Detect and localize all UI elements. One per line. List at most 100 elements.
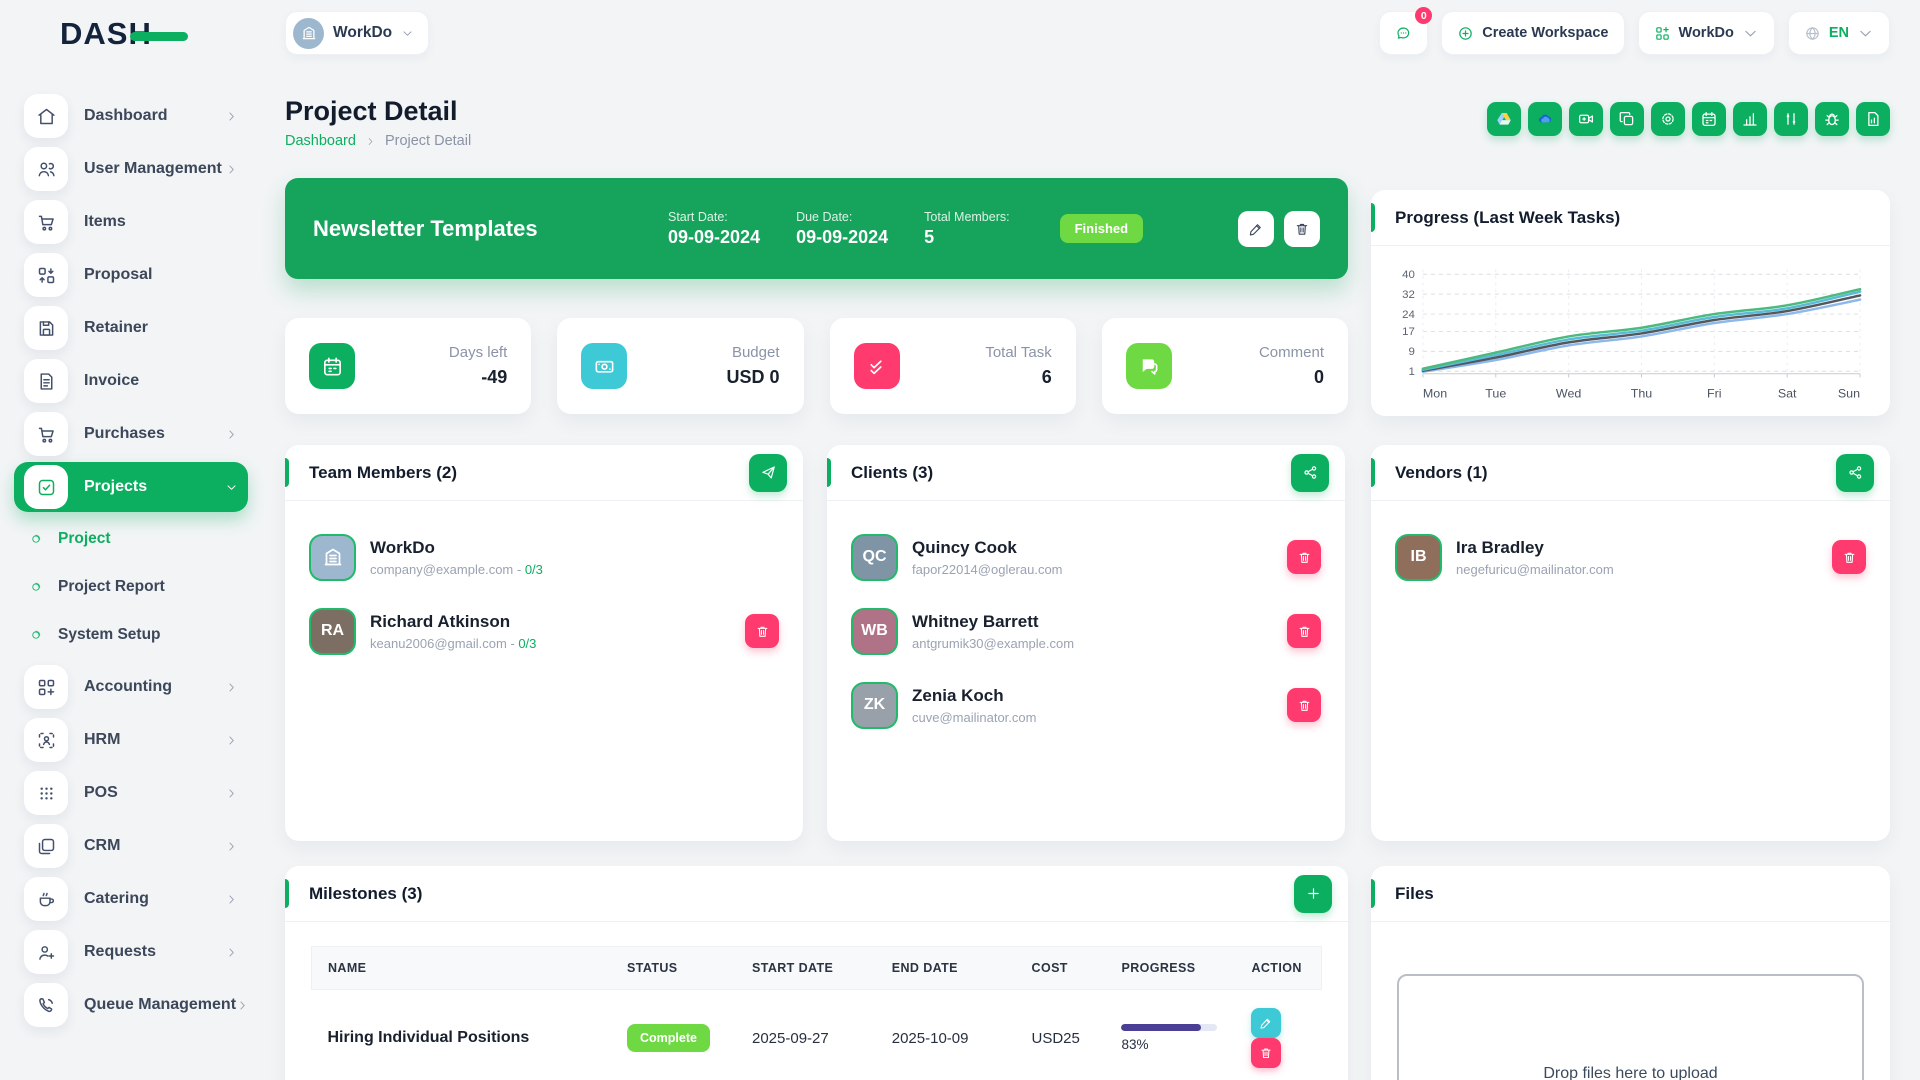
edit-milestone-button[interactable] <box>1251 1008 1281 1038</box>
milestones-table-wrap: NAMESTATUSSTART DATEEND DATECOSTPROGRESS… <box>285 922 1348 1080</box>
sidebar-subitem-project[interactable]: Project <box>30 515 248 563</box>
svg-text:40: 40 <box>1402 269 1415 281</box>
settings-button[interactable] <box>1651 102 1685 136</box>
report-button[interactable] <box>1733 102 1767 136</box>
project-banner: Newsletter Templates Start Date: 09-09-2… <box>285 178 1348 279</box>
gdrive-icon <box>1495 110 1513 128</box>
stat-value: 0 <box>1259 367 1324 388</box>
person-info: Whitney Barrett antgrumik30@example.com <box>912 612 1287 651</box>
onedrive-button[interactable] <box>1528 102 1562 136</box>
accounting-icon <box>24 665 68 709</box>
sidebar-item-accounting[interactable]: Accounting <box>14 662 248 712</box>
delete-richard-atkinson-button[interactable] <box>745 614 779 648</box>
column-header-status: STATUS <box>611 947 736 990</box>
delete-project-button[interactable] <box>1284 211 1320 247</box>
duplicate-button[interactable] <box>1610 102 1644 136</box>
progress-chart-svg: 1917243240MonTueWedThuFriSatSun <box>1377 256 1876 406</box>
meeting-button[interactable] <box>1569 102 1603 136</box>
submenu-bullet-icon <box>30 629 42 641</box>
milestone-end-date: 2025-10-09 <box>876 990 1016 1080</box>
avatar: QC <box>851 534 898 581</box>
people-card-header: Clients (3) <box>827 445 1345 501</box>
create-workspace-button[interactable]: Create Workspace <box>1441 11 1624 55</box>
delete-milestone-button[interactable] <box>1251 1038 1281 1068</box>
chevron-right-icon <box>225 681 238 694</box>
svg-text:1: 1 <box>1409 366 1415 378</box>
workspace-switcher[interactable]: WorkDo <box>285 11 429 55</box>
chevron-right-icon <box>225 163 238 176</box>
sidebar-item-retainer[interactable]: Retainer <box>14 303 248 353</box>
sidebar-item-catering[interactable]: Catering <box>14 874 248 924</box>
building-avatar-icon <box>309 534 356 581</box>
share-button[interactable] <box>1291 454 1329 492</box>
delete-ira-bradley-button[interactable] <box>1832 540 1866 574</box>
sidebar-item-items[interactable]: Items <box>14 197 248 247</box>
chevron-right-icon <box>225 946 238 959</box>
sidebar-item-crm[interactable]: CRM <box>14 821 248 871</box>
sidebar-item-user-management[interactable]: User Management <box>14 144 248 194</box>
brand-logo[interactable]: DASH <box>60 16 188 52</box>
avatar: ZK <box>851 682 898 729</box>
add-milestone-button[interactable] <box>1294 875 1332 913</box>
column-header-name: NAME <box>312 947 612 990</box>
sidebar-item-proposal[interactable]: Proposal <box>14 250 248 300</box>
svg-text:Wed: Wed <box>1556 387 1581 401</box>
messages-button[interactable]: 0 <box>1379 11 1428 55</box>
bug-report-button[interactable] <box>1815 102 1849 136</box>
sidebar-item-label: User Management <box>84 160 225 178</box>
person-name: Richard Atkinson <box>370 612 745 632</box>
file-dropzone[interactable]: Drop files here to upload <box>1397 974 1864 1080</box>
chevron-down-icon <box>401 27 414 40</box>
calendar-button[interactable] <box>1692 102 1726 136</box>
barchart-icon <box>1741 110 1759 128</box>
progress-card: Progress (Last Week Tasks) 1917243240Mon… <box>1371 190 1890 416</box>
sidebar-item-hrm[interactable]: HRM <box>14 715 248 765</box>
column-header-end-date: END DATE <box>876 947 1016 990</box>
edit-project-button[interactable] <box>1238 211 1274 247</box>
breadcrumb-dashboard-link[interactable]: Dashboard <box>285 133 356 149</box>
chevron-right-icon <box>225 734 238 747</box>
card-accent <box>827 458 831 487</box>
invite-button[interactable] <box>749 454 787 492</box>
svg-text:24: 24 <box>1402 309 1415 321</box>
sidebar-subitem-project-report[interactable]: Project Report <box>30 563 248 611</box>
sidebar-item-pos[interactable]: POS <box>14 768 248 818</box>
chevron-right-icon <box>365 136 376 147</box>
sidebar-item-invoice[interactable]: Invoice <box>14 356 248 406</box>
sidebar-item-queue-management[interactable]: Queue Management <box>14 980 248 1030</box>
sidebar-item-dashboard[interactable]: Dashboard <box>14 91 248 141</box>
brand-logo-dash <box>130 32 188 41</box>
delete-quincy-cook-button[interactable] <box>1287 540 1321 574</box>
plus-circle-icon <box>1457 25 1474 42</box>
milestones-table: NAMESTATUSSTART DATEEND DATECOSTPROGRESS… <box>311 946 1322 1080</box>
workspace-building-icon <box>293 18 324 49</box>
card-accent <box>1371 203 1375 232</box>
onedrive-icon <box>1536 110 1554 128</box>
person-info: Zenia Koch cuve@mailinator.com <box>912 686 1287 725</box>
sidebar-item-requests[interactable]: Requests <box>14 927 248 977</box>
sidebar-item-purchases[interactable]: Purchases <box>14 409 248 459</box>
delete-whitney-barrett-button[interactable] <box>1287 614 1321 648</box>
retainer-icon <box>24 306 68 350</box>
svg-text:Mon: Mon <box>1423 387 1447 401</box>
sidebar-subitem-system-setup[interactable]: System Setup <box>30 611 248 659</box>
timeline-button[interactable] <box>1774 102 1808 136</box>
share-button[interactable] <box>1836 454 1874 492</box>
people-list: WorkDo company@example.com - 0/3 RA Rich… <box>285 501 803 661</box>
person-row: WB Whitney Barrett antgrumik30@example.c… <box>851 601 1321 661</box>
person-email: keanu2006@gmail.com - 0/3 <box>370 636 745 651</box>
invoice-file-button[interactable] <box>1856 102 1890 136</box>
person-row: IB Ira Bradley negefuricu@mailinator.com <box>1395 527 1866 587</box>
gear-icon <box>1659 110 1677 128</box>
calendar-icon <box>1700 110 1718 128</box>
svg-text:17: 17 <box>1402 326 1415 338</box>
chevron-down-icon <box>1857 25 1874 42</box>
delete-zenia-koch-button[interactable] <box>1287 688 1321 722</box>
stat-value: 6 <box>985 367 1051 388</box>
language-button[interactable]: EN <box>1788 11 1890 55</box>
sidebar-item-projects[interactable]: Projects <box>14 462 248 512</box>
column-header-start-date: START DATE <box>736 947 876 990</box>
google-drive-button[interactable] <box>1487 102 1521 136</box>
sidebar-item-label: POS <box>84 784 225 802</box>
workdo-menu-button[interactable]: WorkDo <box>1638 11 1775 55</box>
